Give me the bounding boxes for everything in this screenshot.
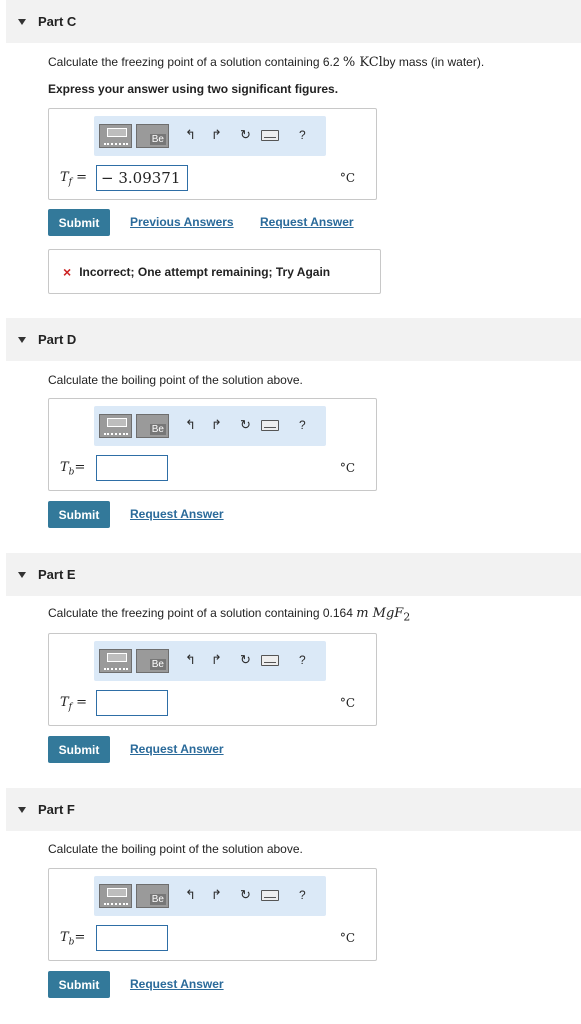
submit-button[interactable]: Submit xyxy=(48,209,110,236)
answer-input[interactable] xyxy=(96,925,168,951)
var-letter: T xyxy=(60,170,69,185)
part-d-question: Calculate the boiling point of the solut… xyxy=(48,373,303,387)
templates-icon[interactable] xyxy=(99,884,132,908)
unit-label: °C xyxy=(339,461,355,475)
reset-icon[interactable]: ↻ xyxy=(240,128,251,142)
templates-icon[interactable]: Be xyxy=(136,124,169,148)
part-e-answer-box: Be ↰ ↱ ↻ ? Tf = °C xyxy=(48,633,377,726)
var-subscript: f xyxy=(68,177,73,188)
var-letter: T xyxy=(60,930,69,945)
templates-icon[interactable] xyxy=(99,414,132,438)
var-subscript: b xyxy=(68,937,75,948)
submit-button[interactable]: Submit xyxy=(48,971,110,998)
reset-icon[interactable]: ↻ xyxy=(240,418,251,432)
template-label: Be xyxy=(149,134,166,145)
keyboard-icon[interactable] xyxy=(261,655,279,666)
redo-icon[interactable]: ↱ xyxy=(211,888,222,902)
help-icon[interactable]: ? xyxy=(299,888,306,902)
unit-label: °C xyxy=(339,696,355,710)
equation-toolbar: Be ↰ ↱ ↻ ? xyxy=(94,876,326,916)
undo-icon[interactable]: ↰ xyxy=(185,128,196,142)
help-icon[interactable]: ? xyxy=(299,653,306,667)
reset-icon[interactable]: ↻ xyxy=(240,888,251,902)
part-f-answer-box: Be ↰ ↱ ↻ ? Tb= °C xyxy=(48,868,377,961)
submit-button[interactable]: Submit xyxy=(48,501,110,528)
var-subscript: b xyxy=(68,467,75,478)
part-c-title: Part C xyxy=(38,14,77,29)
templates-icon[interactable] xyxy=(99,124,132,148)
redo-icon[interactable]: ↱ xyxy=(211,653,222,667)
var-subscript: f xyxy=(68,702,73,713)
unit-label: °C xyxy=(339,931,355,945)
collapse-caret-icon[interactable] xyxy=(18,806,26,813)
keyboard-icon[interactable] xyxy=(261,890,279,901)
templates-icon[interactable]: Be xyxy=(136,884,169,908)
request-answer-link[interactable]: Request Answer xyxy=(130,507,224,521)
keyboard-icon[interactable] xyxy=(261,420,279,431)
templates-icon[interactable]: Be xyxy=(136,649,169,673)
equation-toolbar: Be ↰ ↱ ↻ ? xyxy=(94,406,326,446)
previous-answers-link[interactable]: Previous Answers xyxy=(130,215,234,229)
var-letter: T xyxy=(60,460,69,475)
redo-icon[interactable]: ↱ xyxy=(211,128,222,142)
collapse-caret-icon[interactable] xyxy=(18,336,26,343)
part-f-title: Part F xyxy=(38,802,75,817)
part-f-question: Calculate the boiling point of the solut… xyxy=(48,842,303,856)
submit-button[interactable]: Submit xyxy=(48,736,110,763)
part-c-instruction: Express your answer using two significan… xyxy=(48,82,339,96)
equation-toolbar: Be ↰ ↱ ↻ ? xyxy=(94,641,326,681)
undo-icon[interactable]: ↰ xyxy=(185,888,196,902)
var-letter: T xyxy=(60,695,69,710)
collapse-caret-icon[interactable] xyxy=(18,571,26,578)
undo-icon[interactable]: ↰ xyxy=(185,418,196,432)
part-c-answer-box: Be ↰ ↱ ↻ ? Tf = − 3.09371 °C xyxy=(48,108,377,200)
answer-input[interactable] xyxy=(96,455,168,481)
request-answer-link[interactable]: Request Answer xyxy=(260,215,354,229)
redo-icon[interactable]: ↱ xyxy=(211,418,222,432)
error-icon: × xyxy=(63,263,72,280)
question-math: m MgF2 xyxy=(356,606,411,624)
feedback-text: Incorrect; One attempt remaining; Try Ag… xyxy=(79,264,331,279)
undo-icon[interactable]: ↰ xyxy=(185,653,196,667)
feedback-box: × Incorrect; One attempt remaining; Try … xyxy=(48,249,381,294)
help-icon[interactable]: ? xyxy=(299,418,306,432)
question-text-suffix: by mass (in water). xyxy=(382,55,485,69)
template-label: Be xyxy=(149,894,166,905)
part-f-header[interactable]: Part F xyxy=(6,788,581,831)
reset-icon[interactable]: ↻ xyxy=(240,653,251,667)
equation-toolbar: Be ↰ ↱ ↻ ? xyxy=(94,116,326,156)
var-tf-label: Tf = xyxy=(60,695,88,713)
part-d-header[interactable]: Part D xyxy=(6,318,581,361)
answer-input[interactable] xyxy=(96,690,168,716)
var-tf-label: Tf = xyxy=(60,170,88,188)
part-e-question: Calculate the freezing point of a soluti… xyxy=(48,606,410,624)
templates-icon[interactable]: Be xyxy=(136,414,169,438)
part-e-title: Part E xyxy=(38,567,76,582)
request-answer-link[interactable]: Request Answer xyxy=(130,742,224,756)
keyboard-icon[interactable] xyxy=(261,130,279,141)
question-text: Calculate the freezing point of a soluti… xyxy=(48,55,343,69)
var-tb-label: Tb= xyxy=(60,930,86,948)
unit-label: °C xyxy=(339,171,355,185)
template-label: Be xyxy=(149,424,166,435)
part-e-header[interactable]: Part E xyxy=(6,553,581,596)
part-d-answer-box: Be ↰ ↱ ↻ ? Tb= °C xyxy=(48,398,377,491)
part-d-title: Part D xyxy=(38,332,77,347)
var-tb-label: Tb= xyxy=(60,460,86,478)
part-c-header[interactable]: Part C xyxy=(6,0,581,43)
template-label: Be xyxy=(149,659,166,670)
request-answer-link[interactable]: Request Answer xyxy=(130,977,224,991)
help-icon[interactable]: ? xyxy=(299,128,306,142)
answer-input[interactable]: − 3.09371 xyxy=(96,165,188,191)
question-math: % KCl xyxy=(342,55,383,70)
collapse-caret-icon[interactable] xyxy=(18,18,26,25)
question-text: Calculate the freezing point of a soluti… xyxy=(48,606,357,620)
part-c-question: Calculate the freezing point of a soluti… xyxy=(48,55,484,70)
templates-icon[interactable] xyxy=(99,649,132,673)
